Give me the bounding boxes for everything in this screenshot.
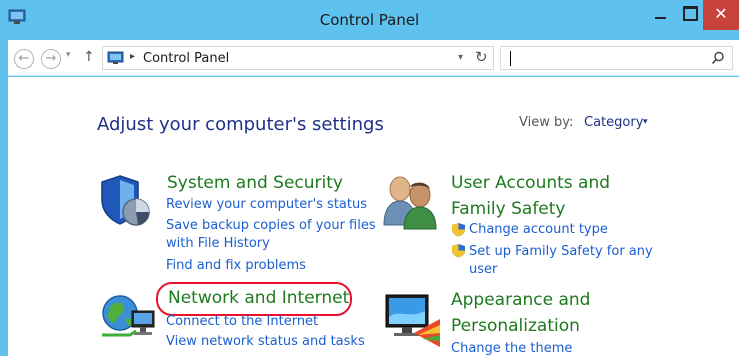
uac-shield-icon — [452, 244, 465, 258]
system-security-icon[interactable] — [98, 172, 156, 230]
link-view-network-status[interactable]: View network status and tasks — [166, 334, 365, 349]
link-set-up-family-safety-user[interactable]: user — [469, 262, 497, 277]
control-panel-window: Control Panel ✕ ← → ▾ ↑ ▸ Control Panel … — [0, 0, 739, 356]
link-review-computer-status[interactable]: Review your computer's status — [166, 197, 367, 212]
forward-button[interactable]: → — [41, 49, 61, 69]
category-system-and-security[interactable]: System and Security — [167, 173, 343, 193]
page-heading: Adjust your computer's settings — [97, 114, 384, 135]
text-caret — [510, 51, 511, 66]
link-save-backup-copies[interactable]: Save backup copies of your files — [166, 218, 376, 233]
recent-locations-dropdown-icon[interactable]: ▾ — [66, 50, 71, 60]
close-button[interactable]: ✕ — [703, 0, 739, 30]
link-set-up-family-safety[interactable]: Set up Family Safety for any — [469, 244, 653, 259]
category-user-accounts-line2[interactable]: Family Safety — [451, 199, 565, 219]
link-change-the-theme[interactable]: Change the theme — [451, 341, 572, 356]
address-path-field[interactable]: ▸ Control Panel ▾ ↻ — [102, 46, 494, 70]
view-by-chevron-icon[interactable]: ▾ — [643, 117, 648, 127]
refresh-button[interactable]: ↻ — [475, 48, 488, 66]
appearance-icon[interactable] — [384, 289, 442, 349]
address-dropdown-icon[interactable]: ▾ — [458, 52, 463, 63]
view-by-label: View by: — [519, 115, 574, 130]
breadcrumb-separator-icon[interactable]: ▸ — [130, 51, 135, 62]
network-internet-icon[interactable] — [96, 287, 158, 349]
link-connect-to-internet[interactable]: Connect to the Internet — [166, 314, 318, 329]
category-user-accounts-line1[interactable]: User Accounts and — [451, 173, 610, 193]
breadcrumb-control-panel[interactable]: Control Panel — [143, 51, 229, 66]
minimize-button[interactable] — [645, 0, 675, 30]
category-appearance-line1[interactable]: Appearance and — [451, 290, 590, 310]
window-title: Control Panel — [319, 11, 420, 29]
main-content: Adjust your computer's settings View by:… — [8, 77, 739, 356]
up-level-button[interactable]: ↑ — [83, 49, 95, 65]
view-by-dropdown[interactable]: Category — [584, 115, 643, 130]
address-bar: ← → ▾ ↑ ▸ Control Panel ▾ ↻ — [8, 40, 739, 76]
link-find-fix-problems[interactable]: Find and fix problems — [166, 258, 306, 273]
search-input[interactable] — [500, 46, 733, 70]
link-with-file-history[interactable]: with File History — [166, 236, 270, 251]
highlight-annotation — [156, 282, 352, 316]
back-button[interactable]: ← — [14, 49, 34, 69]
uac-shield-icon — [452, 223, 465, 237]
user-accounts-icon[interactable] — [380, 173, 442, 231]
link-change-account-type[interactable]: Change account type — [469, 222, 608, 237]
search-icon[interactable] — [711, 51, 725, 65]
maximize-button[interactable] — [675, 0, 703, 30]
category-appearance-line2[interactable]: Personalization — [451, 316, 580, 336]
control-panel-path-icon — [107, 51, 124, 64]
title-bar[interactable]: Control Panel ✕ — [0, 0, 739, 40]
close-icon: ✕ — [714, 4, 728, 23]
